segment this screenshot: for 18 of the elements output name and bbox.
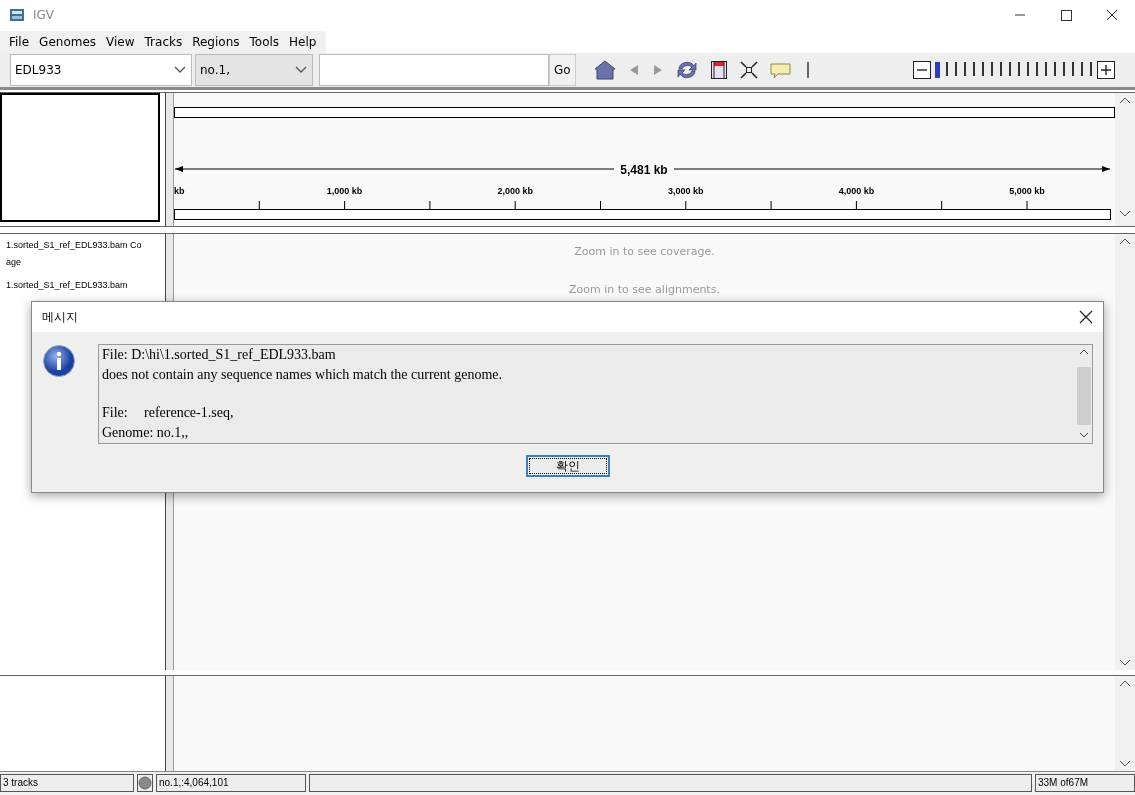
locus-position: no.1,:4,064,101 (156, 773, 306, 792)
ruler-label: 4,000 kb (838, 185, 875, 196)
message-line: File: reference-1.seq, (102, 404, 235, 422)
message-line: Genome: no.1,, (102, 423, 190, 442)
track-message: Zoom in to see alignments. (569, 282, 720, 298)
message-line: File: D:\hi\1.sorted_S1_ref_EDL933.bam (102, 346, 337, 364)
message-line: does not contain any sequence names which match the current genome. (102, 365, 504, 384)
span-label: 5,481 kb (620, 162, 668, 177)
window-title: IGV (33, 8, 56, 23)
track-count: 3 tracks (0, 773, 134, 792)
dialog-title: 메시지 (42, 308, 78, 326)
track-message: Zoom in to see coverage. (574, 244, 715, 260)
ruler-label: 3,000 kb (668, 185, 704, 196)
ruler-label: 1,000 kb (326, 185, 363, 196)
ruler-label: kb (174, 185, 185, 196)
ruler-label: 5,000 kb (1009, 185, 1045, 196)
ruler-label: 2,000 kb (497, 185, 533, 196)
memory-usage: 33M of67M (1035, 773, 1135, 792)
